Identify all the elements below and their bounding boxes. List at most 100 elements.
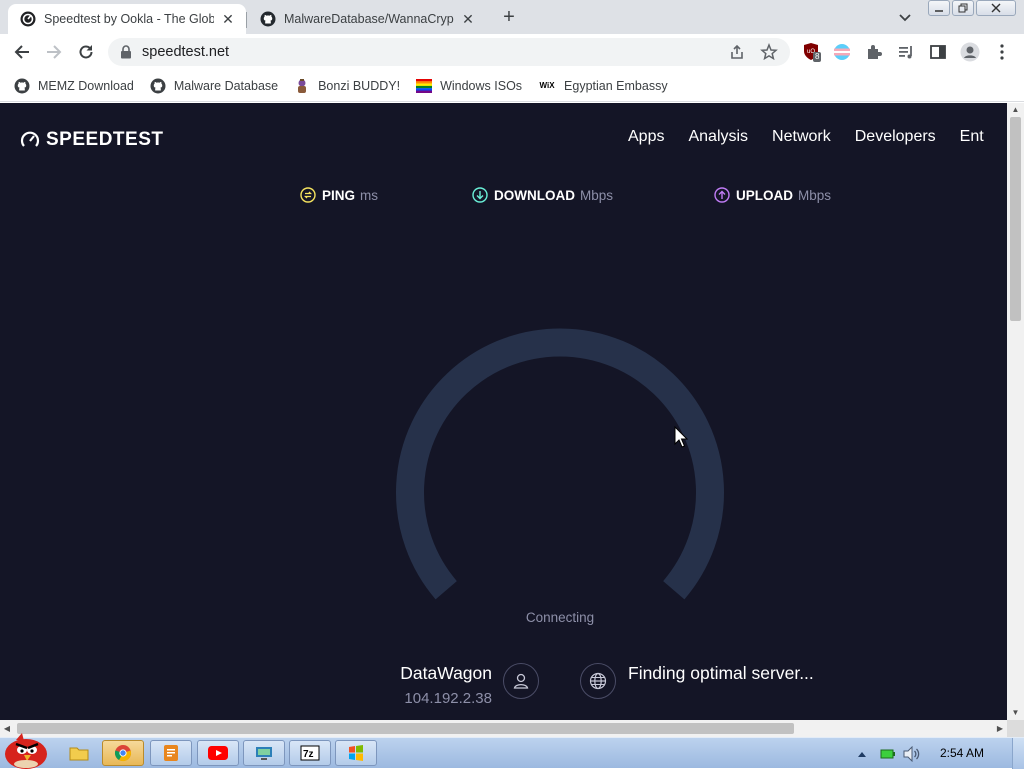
nav-developers[interactable]: Developers: [855, 128, 936, 146]
forward-arrow-icon: [47, 45, 62, 59]
start-button-angry-bird-icon[interactable]: [2, 730, 50, 770]
address-bar[interactable]: speedtest.net: [108, 38, 790, 66]
bonzi-icon: [294, 78, 310, 94]
tab-separator: [246, 12, 247, 28]
browser-menu-button[interactable]: [992, 42, 1012, 62]
nav-network[interactable]: Network: [772, 128, 831, 146]
taskbar-7zip[interactable]: 7z: [289, 740, 331, 766]
7zip-icon: 7z: [300, 745, 320, 761]
site-nav: Apps Analysis Network Developers Ent: [628, 128, 1007, 146]
ping-label: PING: [322, 187, 356, 203]
upload-icon: [714, 187, 730, 203]
download-metric: DOWNLOAD Mbps: [472, 187, 613, 203]
wix-icon: WiX: [539, 81, 555, 90]
flag-extension-icon[interactable]: [832, 42, 852, 62]
download-icon: [472, 187, 488, 203]
extension-badge: 8: [813, 52, 822, 62]
tab-search-chevron-icon[interactable]: [896, 8, 914, 26]
extensions-puzzle-icon[interactable]: [864, 42, 884, 62]
profile-icon: [960, 42, 980, 62]
back-button[interactable]: [10, 40, 34, 64]
ublock-extension-icon[interactable]: uO 8: [802, 42, 822, 62]
user-icon: [503, 663, 539, 699]
restore-button[interactable]: [952, 0, 974, 16]
youtube-icon: [208, 746, 228, 760]
github-icon: [14, 78, 30, 94]
speedtest-favicon-icon: [20, 11, 36, 27]
vertical-scroll-thumb[interactable]: [1010, 117, 1021, 321]
share-icon[interactable]: [728, 43, 746, 61]
scroll-down-icon[interactable]: ▼: [1007, 706, 1024, 720]
svg-text:7z: 7z: [303, 749, 314, 760]
bookmark-bonzi-buddy[interactable]: Bonzi BUDDY!: [294, 78, 400, 94]
bookmark-label: Egyptian Embassy: [564, 78, 668, 93]
speedtest-logo[interactable]: SPEEDTEST: [20, 129, 163, 151]
show-desktop-button[interactable]: [1012, 738, 1024, 769]
media-control-icon[interactable]: [896, 42, 916, 62]
logo-text: SPEEDTEST: [46, 129, 164, 150]
close-window-button[interactable]: [976, 0, 1016, 16]
folder-icon: [69, 747, 89, 761]
github-icon: [260, 11, 276, 27]
nav-apps[interactable]: Apps: [628, 128, 664, 146]
taskbar-windows[interactable]: [335, 740, 377, 766]
side-panel-icon[interactable]: [928, 42, 948, 62]
github-icon: [150, 78, 166, 94]
bookmarks-bar: MEMZ Download Malware Database Bonzi BUD…: [0, 70, 1024, 102]
tray-expand-icon[interactable]: [856, 748, 868, 760]
battery-icon[interactable]: [880, 748, 896, 760]
nav-analysis[interactable]: Analysis: [688, 128, 748, 146]
taskbar-chrome[interactable]: [102, 740, 144, 766]
chrome-icon: [114, 745, 132, 762]
horizontal-scrollbar[interactable]: ◀ ▶: [0, 720, 1007, 737]
network-app-icon: [256, 747, 272, 760]
bookmark-star-icon[interactable]: [760, 43, 778, 61]
tab-speedtest[interactable]: Speedtest by Ookla - The Glob ✕: [8, 4, 246, 34]
bookmark-malware-database[interactable]: Malware Database: [150, 78, 278, 94]
restore-icon: [958, 3, 968, 13]
bookmark-label: MEMZ Download: [38, 78, 134, 93]
volume-icon[interactable]: [902, 745, 920, 762]
bookmark-egyptian-embassy[interactable]: WiX Egyptian Embassy: [538, 78, 668, 94]
bookmark-label: Windows ISOs: [440, 78, 523, 93]
taskbar-clock[interactable]: 2:54 AM: [940, 746, 984, 760]
bookmark-label: Bonzi BUDDY!: [318, 78, 401, 93]
tab-malware-database[interactable]: MalwareDatabase/WannaCryp ✕: [248, 4, 486, 34]
scroll-up-icon[interactable]: ▲: [1007, 103, 1024, 117]
scroll-right-icon[interactable]: ▶: [993, 720, 1007, 737]
kebab-menu-icon: [1000, 44, 1004, 60]
new-tab-button[interactable]: +: [498, 6, 520, 28]
document-app-icon: [164, 745, 178, 761]
horizontal-scroll-thumb[interactable]: [17, 723, 794, 734]
forward-button[interactable]: [42, 40, 66, 64]
minimize-button[interactable]: [928, 0, 950, 16]
globe-icon: [580, 663, 616, 699]
upload-label: UPLOAD: [736, 187, 793, 203]
bookmark-windows-isos[interactable]: Windows ISOs: [416, 78, 522, 94]
bookmark-memz-download[interactable]: MEMZ Download: [14, 78, 134, 94]
window-controls: [928, 0, 1016, 18]
taskbar-explorer[interactable]: [58, 740, 100, 766]
reload-button[interactable]: [74, 40, 98, 64]
close-tab-icon[interactable]: ✕: [460, 11, 476, 27]
profile-avatar[interactable]: [960, 42, 980, 62]
taskbar-youtube[interactable]: [197, 740, 239, 766]
nav-enterprise[interactable]: Ent: [960, 128, 984, 146]
side-panel-toggle-icon: [930, 45, 946, 59]
lock-icon: [121, 45, 131, 59]
trans-flag-icon: [834, 44, 850, 60]
close-tab-icon[interactable]: ✕: [220, 11, 236, 27]
isp-ip-address: 104.192.2.38: [404, 690, 492, 707]
puzzle-icon: [868, 45, 882, 59]
url-text[interactable]: speedtest.net: [142, 44, 229, 60]
mouse-cursor-icon: [674, 426, 689, 448]
rainbow-flag-icon: [416, 78, 433, 94]
tab-title: MalwareDatabase/WannaCryp: [284, 12, 454, 26]
ping-unit: ms: [360, 187, 379, 203]
taskbar-app-orange[interactable]: [150, 740, 192, 766]
tab-strip: Speedtest by Ookla - The Glob ✕ MalwareD…: [0, 0, 1024, 34]
speedtest-page: SPEEDTEST Apps Analysis Network Develope…: [0, 103, 1007, 720]
taskbar-network-app[interactable]: [243, 740, 285, 766]
vertical-scrollbar[interactable]: ▲ ▼: [1007, 103, 1024, 720]
server-status: Finding optimal server...: [628, 663, 814, 683]
